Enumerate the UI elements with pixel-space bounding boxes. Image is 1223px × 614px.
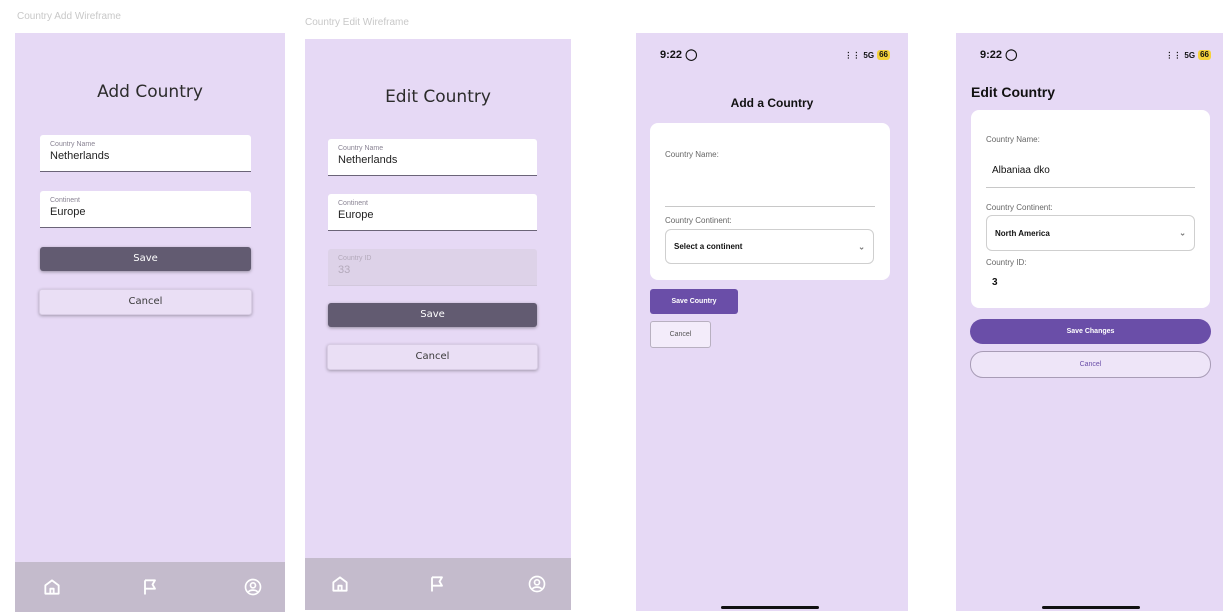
page-title: Add a Country (730, 96, 814, 110)
battery-icon: 66 (1198, 50, 1211, 60)
edit-wireframe-label: Country Edit Wireframe (305, 17, 409, 28)
home-icon[interactable] (330, 574, 350, 594)
status-bar-right: ⋮⋮ 5G 66 (1165, 50, 1211, 60)
cancel-button[interactable]: Cancel (327, 344, 538, 370)
headphone-icon: ◯ (1005, 49, 1018, 61)
country-id-label: Country ID: (986, 258, 1027, 267)
network-type: 5G (1184, 50, 1196, 60)
status-time: 9:22 ◯ (980, 48, 1017, 61)
save-changes-button[interactable]: Save Changes (970, 319, 1211, 344)
flag-icon[interactable] (427, 574, 447, 594)
continent-label: Country Continent: (986, 203, 1053, 212)
country-name-input[interactable] (665, 163, 875, 207)
country-name-value: Netherlands (338, 154, 398, 166)
profile-icon[interactable] (527, 574, 547, 594)
continent-label: Continent (338, 200, 368, 207)
continent-label: Country Continent: (665, 216, 732, 225)
save-button[interactable]: Save (40, 247, 251, 271)
continent-select[interactable]: Select a continent ⌄ (665, 229, 874, 264)
bottom-nav (15, 562, 285, 612)
continent-field[interactable]: Continent Europe (40, 191, 251, 228)
status-bar-right: ⋮⋮ 5G 66 (844, 50, 890, 60)
country-id-label: Country ID (338, 255, 372, 262)
edit-country-wireframe: Edit Country Country Name Netherlands Co… (305, 39, 571, 610)
country-name-label: Country Name: (665, 150, 719, 159)
country-name-label: Country Name (338, 145, 384, 152)
network-type: 5G (863, 50, 875, 60)
country-id-value: 33 (338, 264, 351, 276)
country-id-field: Country ID 33 (328, 249, 537, 286)
profile-icon[interactable] (243, 577, 263, 597)
home-indicator (721, 606, 819, 609)
edit-country-phone: 9:22 ◯ ⋮⋮ 5G 66 Edit Country Country Nam… (956, 33, 1223, 611)
cancel-button[interactable]: Cancel (39, 289, 252, 315)
home-icon[interactable] (42, 577, 62, 597)
country-name-value: Albaniaa dko (992, 165, 1050, 176)
continent-value: Europe (50, 206, 86, 218)
battery-icon: 66 (877, 50, 890, 60)
form-card: Country Name: Albaniaa dko Country Conti… (971, 110, 1210, 308)
home-indicator (1042, 606, 1140, 609)
signal-icon: ⋮⋮ (1165, 50, 1182, 60)
add-country-phone: 9:22 ◯ ⋮⋮ 5G 66 Add a Country Country Na… (636, 33, 908, 611)
continent-select-value: North America (995, 228, 1050, 238)
country-name-field[interactable]: Country Name Netherlands (40, 135, 251, 172)
chevron-down-icon: ⌄ (1179, 228, 1186, 238)
form-card: Country Name: Country Continent: Select … (650, 123, 890, 280)
country-name-input[interactable]: Albaniaa dko (986, 152, 1195, 188)
headphone-icon: ◯ (685, 49, 698, 61)
add-country-wireframe: Add Country Country Name Netherlands Con… (15, 33, 285, 612)
status-time-text: 9:22 (980, 49, 1003, 61)
continent-value: Europe (338, 209, 374, 221)
flag-icon[interactable] (140, 577, 160, 597)
status-time-text: 9:22 (660, 49, 683, 61)
continent-field[interactable]: Continent Europe (328, 194, 537, 231)
continent-select[interactable]: North America ⌄ (986, 215, 1195, 251)
save-country-button[interactable]: Save Country (650, 289, 738, 314)
country-name-field[interactable]: Country Name Netherlands (328, 139, 537, 176)
page-title: Edit Country (971, 84, 1055, 100)
continent-label: Continent (50, 197, 80, 204)
add-wireframe-label: Country Add Wireframe (17, 11, 121, 22)
country-name-label: Country Name (50, 141, 96, 148)
status-time: 9:22 ◯ (660, 48, 697, 61)
country-name-label: Country Name: (986, 135, 1040, 144)
cancel-button[interactable]: Cancel (650, 321, 711, 348)
chevron-down-icon: ⌄ (858, 242, 865, 251)
signal-icon: ⋮⋮ (844, 50, 861, 60)
bottom-nav (305, 558, 571, 610)
page-title: Edit Country (385, 87, 491, 107)
country-name-value: Netherlands (50, 150, 110, 162)
cancel-button[interactable]: Cancel (970, 351, 1211, 378)
page-title: Add Country (97, 82, 203, 102)
country-id-value: 3 (992, 277, 998, 288)
continent-select-value: Select a continent (674, 242, 743, 251)
save-button[interactable]: Save (328, 303, 537, 327)
